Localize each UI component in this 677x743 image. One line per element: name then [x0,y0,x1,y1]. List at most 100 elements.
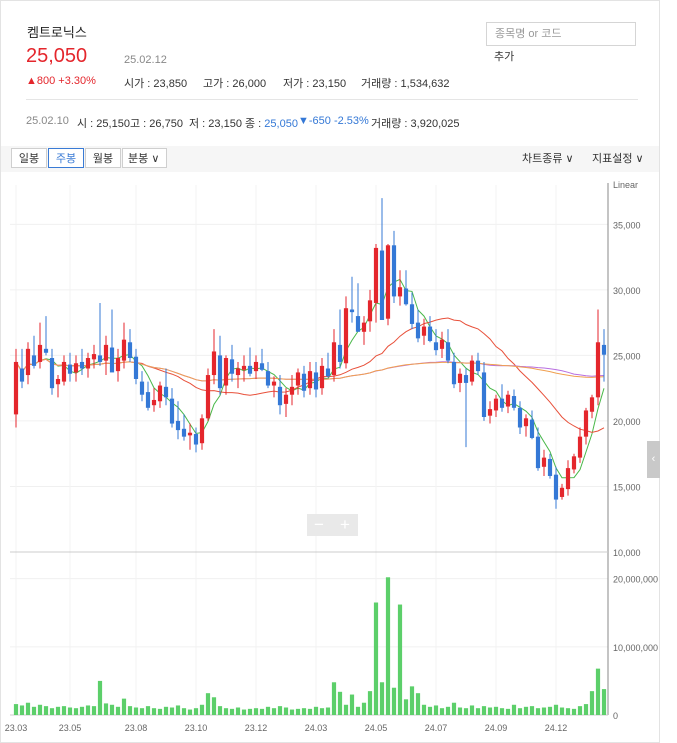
volume-bar [247,708,253,715]
candle-body [409,304,415,324]
volume-bar [463,708,469,715]
price-tick-label: 15,000 [613,482,641,492]
volume-bar [589,691,595,715]
candle-body [151,399,157,406]
zoom-out-button[interactable]: − [307,514,331,536]
volume-bar [577,706,583,715]
candle-body [427,326,433,341]
volume-bar [43,706,49,715]
volume-bar [367,691,373,715]
stock-search-input[interactable] [486,22,636,46]
high-price: 고가 : 26,000 [203,78,267,90]
volume-bar [349,694,355,715]
tab-weekly[interactable]: 주봉 [48,148,84,168]
candle-body [565,468,571,490]
candle-body [301,373,307,391]
x-tick-label: 24.09 [485,723,508,733]
candle-body [235,368,241,376]
tab-minute[interactable]: 분봉 ∨ [122,148,167,168]
candle-body [13,361,19,415]
volume-tick-label: 20,000,000 [613,575,658,585]
volume-bar [541,707,547,715]
open-price: 시가 : 23,850 [124,78,188,90]
chevron-down-icon: ∨ [635,153,644,165]
volume-bar [151,708,157,715]
candle-body [397,287,403,297]
candle-body [499,398,505,408]
chart-type-button[interactable]: 차트종류 ∨ [522,150,574,166]
candle-body [481,372,487,417]
volume-bar [175,705,181,715]
volume-bar [457,707,463,715]
candle-body [475,360,481,372]
volume-bar [241,709,247,715]
chevron-down-icon: ∨ [151,153,160,165]
volume-bar [85,705,91,715]
candle-body [583,410,589,437]
candle-body [571,456,577,470]
candle-body [511,396,517,408]
volume-bar [259,708,265,715]
volume-bar [97,680,103,715]
volume-bar [55,706,61,715]
bar-high: 고 : 26,750 [130,118,183,130]
tab-daily[interactable]: 일봉 [11,148,47,168]
candle-body [109,347,115,373]
candle-body [205,375,211,419]
volume-bar [487,707,493,715]
current-price: 25,050 [26,45,88,67]
x-tick-label: 23.05 [59,723,82,733]
volume-bar [31,706,37,715]
candle-body [295,372,301,386]
volume-bar [505,708,511,715]
volume-bar [409,686,415,715]
candle-body [553,474,559,500]
candle-body [187,432,193,436]
volume-bar [163,706,169,715]
volume-bar [511,704,517,715]
candle-body [457,373,463,383]
candle-body [403,288,409,305]
volume-bar [559,707,565,715]
volume-bar [583,704,589,715]
zoom-control: − + [307,514,358,536]
side-panel-toggle[interactable]: ‹ [647,441,660,478]
volume-bar [73,708,79,715]
candle-body [229,359,235,374]
candle-body [157,385,163,402]
candle-body [133,356,139,379]
volume-bar [391,687,397,715]
candle-body [595,342,601,398]
price-tick-label: 35,000 [613,220,641,230]
candle-body [217,355,223,389]
candle-body [121,339,127,361]
tab-monthly[interactable]: 월봉 [85,148,121,168]
candle-body [319,365,325,389]
volume-bar [571,708,577,715]
stock-name: 켐트로닉스 [27,25,87,40]
candle-body [601,344,607,355]
volume-bar [67,707,73,715]
add-button[interactable]: 추가 [494,48,514,64]
volume-bar [181,708,187,715]
chevron-down-icon: ∨ [565,153,574,165]
volume-bar [205,693,211,715]
zoom-in-button[interactable]: + [333,514,357,536]
volume-bar [19,705,25,715]
volume-bar [115,706,121,715]
x-tick-label: 23.08 [125,723,148,733]
bar-date: 25.02.10 [26,115,69,127]
candle-body [547,458,553,476]
volume-bar [313,706,319,715]
volume-bar [553,704,559,715]
volume-bar [337,691,343,715]
volume-bar [529,706,535,715]
volume-bar [169,707,175,715]
price-tick-label: 30,000 [613,286,641,296]
candle-body [283,394,289,404]
candle-body [445,342,451,361]
candle-body [97,355,103,362]
indicator-settings-button[interactable]: 지표설정 ∨ [592,150,644,166]
volume-bar [451,702,457,715]
volume-bar [355,706,361,715]
